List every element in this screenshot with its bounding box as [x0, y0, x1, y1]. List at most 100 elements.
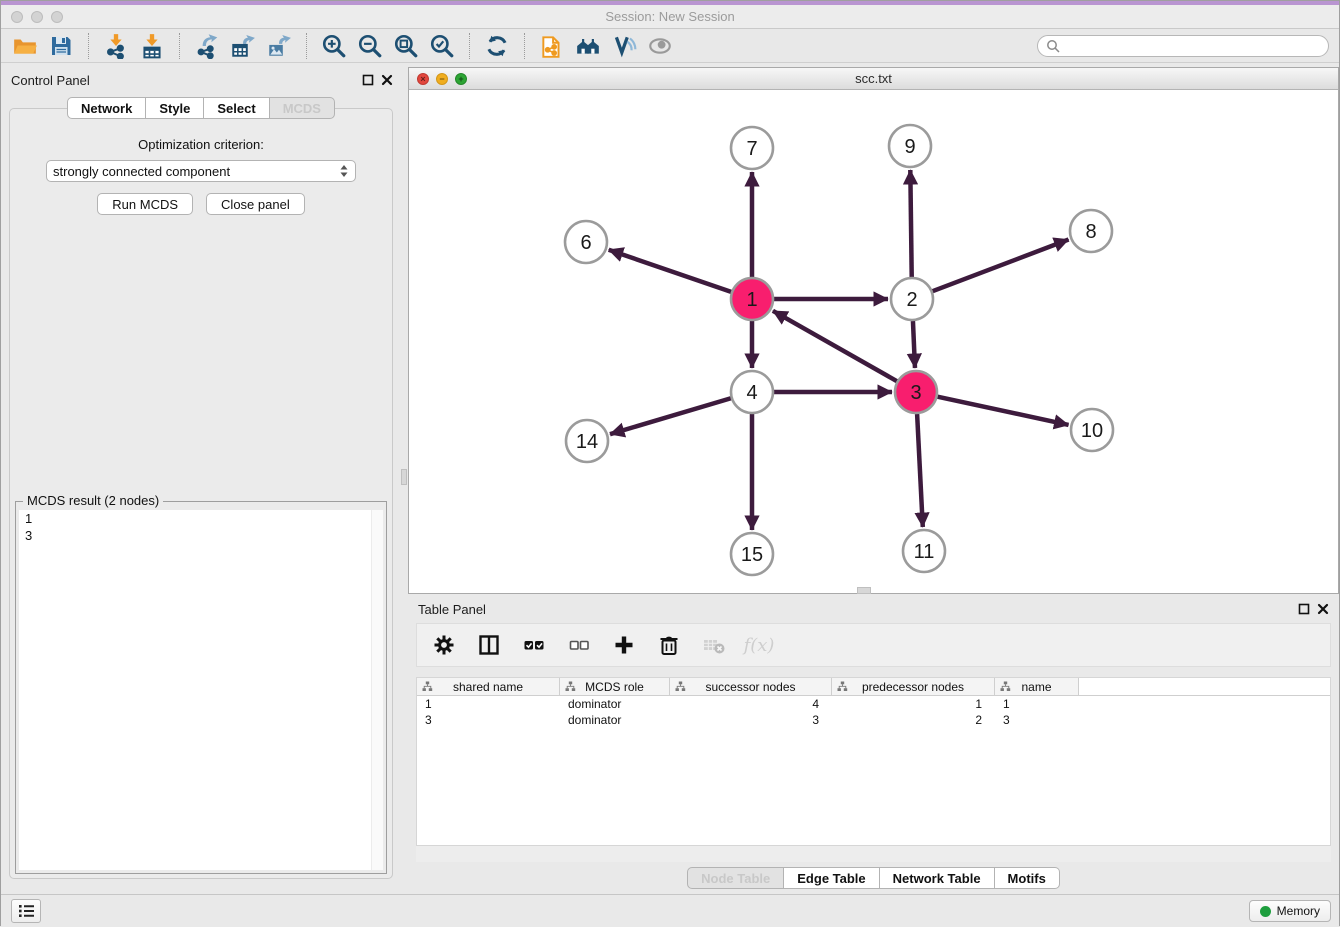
new-network-from-selection-button[interactable]: [534, 31, 570, 61]
graph-edge-3-11[interactable]: [917, 414, 923, 527]
export-table-button[interactable]: [225, 31, 261, 61]
column-header-predecessor-nodes[interactable]: predecessor nodes: [832, 678, 995, 695]
zoom-out-button[interactable]: [352, 31, 388, 61]
checked-boxes-icon: [522, 633, 546, 657]
first-neighbors-button[interactable]: [570, 31, 606, 61]
tab-network[interactable]: Network: [67, 97, 146, 119]
cell-successor-nodes[interactable]: 3: [670, 712, 832, 728]
graph-edge-3-1[interactable]: [773, 311, 897, 381]
vertical-splitter-grip[interactable]: [401, 469, 407, 485]
window-title: Session: New Session: [1, 9, 1339, 24]
table-row[interactable]: 3dominator323: [417, 712, 1330, 728]
table-horizontal-scrollbar[interactable]: [416, 846, 1331, 862]
tab-node-table[interactable]: Node Table: [687, 867, 784, 889]
network-window-titlebar[interactable]: × − + scc.txt: [409, 68, 1338, 90]
graph-node-8[interactable]: 8: [1070, 210, 1112, 252]
graph-edge-2-3[interactable]: [913, 321, 915, 368]
tab-network-table[interactable]: Network Table: [880, 867, 995, 889]
table-settings-button[interactable]: [429, 630, 459, 660]
import-network-button[interactable]: [98, 31, 134, 61]
zoom-selected-button[interactable]: [424, 31, 460, 61]
graph-node-7[interactable]: 7: [731, 127, 773, 169]
node-label: 7: [746, 138, 757, 160]
graph-edge-2-8[interactable]: [933, 240, 1069, 292]
column-label: name: [1021, 680, 1051, 694]
save-session-button[interactable]: [43, 31, 79, 61]
cell-predecessor-nodes[interactable]: 1: [832, 696, 995, 712]
cell-mcds-role[interactable]: dominator: [560, 696, 670, 712]
import-table-button[interactable]: [134, 31, 170, 61]
control-panel: Control Panel NetworkStyleSelectMCDS Opt…: [1, 67, 401, 885]
horizontal-splitter-grip[interactable]: [857, 587, 871, 594]
tab-select[interactable]: Select: [204, 97, 269, 119]
column-header-successor-nodes[interactable]: successor nodes: [670, 678, 832, 695]
graph-edge-4-14[interactable]: [610, 398, 731, 434]
column-label: successor nodes: [705, 680, 795, 694]
select-all-columns-button[interactable]: [519, 630, 549, 660]
node-table[interactable]: shared name MCDS role successor nodes prede…: [416, 677, 1331, 846]
graph-node-14[interactable]: 14: [566, 420, 608, 462]
column-header-shared-name[interactable]: shared name: [417, 678, 560, 695]
graph-node-15[interactable]: 15: [731, 533, 773, 575]
close-panel-button[interactable]: Close panel: [206, 193, 305, 215]
export-image-button[interactable]: [261, 31, 297, 61]
zoom-fit-icon: [393, 33, 419, 59]
close-panel-icon[interactable]: [1317, 603, 1329, 615]
cell-successor-nodes[interactable]: 4: [670, 696, 832, 712]
network-graph[interactable]: 7 9 6 8 1 2 4 3 14 10 15 11: [409, 90, 1338, 593]
toggle-visibility-button[interactable]: [642, 31, 678, 61]
cell-name[interactable]: 1: [995, 696, 1079, 712]
list-icon: [18, 903, 35, 919]
tab-edge-table[interactable]: Edge Table: [784, 867, 879, 889]
column-view-button[interactable]: [474, 630, 504, 660]
apply-preferred-layout-button[interactable]: [479, 31, 515, 61]
column-label: shared name: [453, 680, 523, 694]
export-network-button[interactable]: [189, 31, 225, 61]
cell-name[interactable]: 3: [995, 712, 1079, 728]
deselect-all-columns-button[interactable]: [564, 630, 594, 660]
search-box[interactable]: [1037, 35, 1329, 57]
cell-shared-name[interactable]: 1: [417, 696, 560, 712]
tab-mcds[interactable]: MCDS: [270, 97, 335, 119]
graph-edge-3-10[interactable]: [938, 397, 1069, 425]
column-type-icon: [1000, 681, 1011, 692]
add-row-button[interactable]: [609, 630, 639, 660]
run-mcds-button[interactable]: Run MCDS: [97, 193, 193, 215]
memory-button[interactable]: Memory: [1249, 900, 1331, 922]
column-type-icon: [837, 681, 848, 692]
delete-row-button[interactable]: [654, 630, 684, 660]
cell-mcds-role[interactable]: dominator: [560, 712, 670, 728]
zoom-fit-button[interactable]: [388, 31, 424, 61]
graph-node-11[interactable]: 11: [903, 530, 945, 572]
graph-node-2[interactable]: 2: [891, 278, 933, 320]
cell-predecessor-nodes[interactable]: 2: [832, 712, 995, 728]
tab-style[interactable]: Style: [146, 97, 204, 119]
task-history-button[interactable]: [11, 899, 41, 923]
mcds-result-list[interactable]: 13: [19, 510, 383, 870]
graph-node-1[interactable]: 1: [731, 278, 773, 320]
graph-node-4[interactable]: 4: [731, 371, 773, 413]
table-row[interactable]: 1dominator411: [417, 696, 1330, 712]
graph-node-10[interactable]: 10: [1071, 409, 1113, 451]
optimization-criterion-select[interactable]: strongly connected component: [46, 160, 356, 182]
gear-icon: [432, 633, 456, 657]
float-panel-icon[interactable]: [1298, 603, 1310, 615]
graph-edge-2-9[interactable]: [910, 170, 911, 277]
toolbar-separator: [469, 33, 470, 59]
cell-shared-name[interactable]: 3: [417, 712, 560, 728]
float-panel-icon[interactable]: [362, 74, 374, 86]
column-header-mcds-role[interactable]: MCDS role: [560, 678, 670, 695]
tab-motifs[interactable]: Motifs: [995, 867, 1060, 889]
result-scrollbar[interactable]: [371, 510, 383, 870]
graph-node-9[interactable]: 9: [889, 125, 931, 167]
close-panel-icon[interactable]: [381, 74, 393, 86]
graph-node-6[interactable]: 6: [565, 221, 607, 263]
open-session-button[interactable]: [7, 31, 43, 61]
search-input[interactable]: [1065, 39, 1320, 54]
show-graphics-details-button[interactable]: [606, 31, 642, 61]
graph-node-3[interactable]: 3: [895, 371, 937, 413]
column-header-name[interactable]: name: [995, 678, 1079, 695]
graph-edge-1-6[interactable]: [609, 250, 731, 292]
zoom-in-button[interactable]: [316, 31, 352, 61]
network-canvas[interactable]: 7 9 6 8 1 2 4 3 14 10 15 11: [409, 90, 1338, 593]
